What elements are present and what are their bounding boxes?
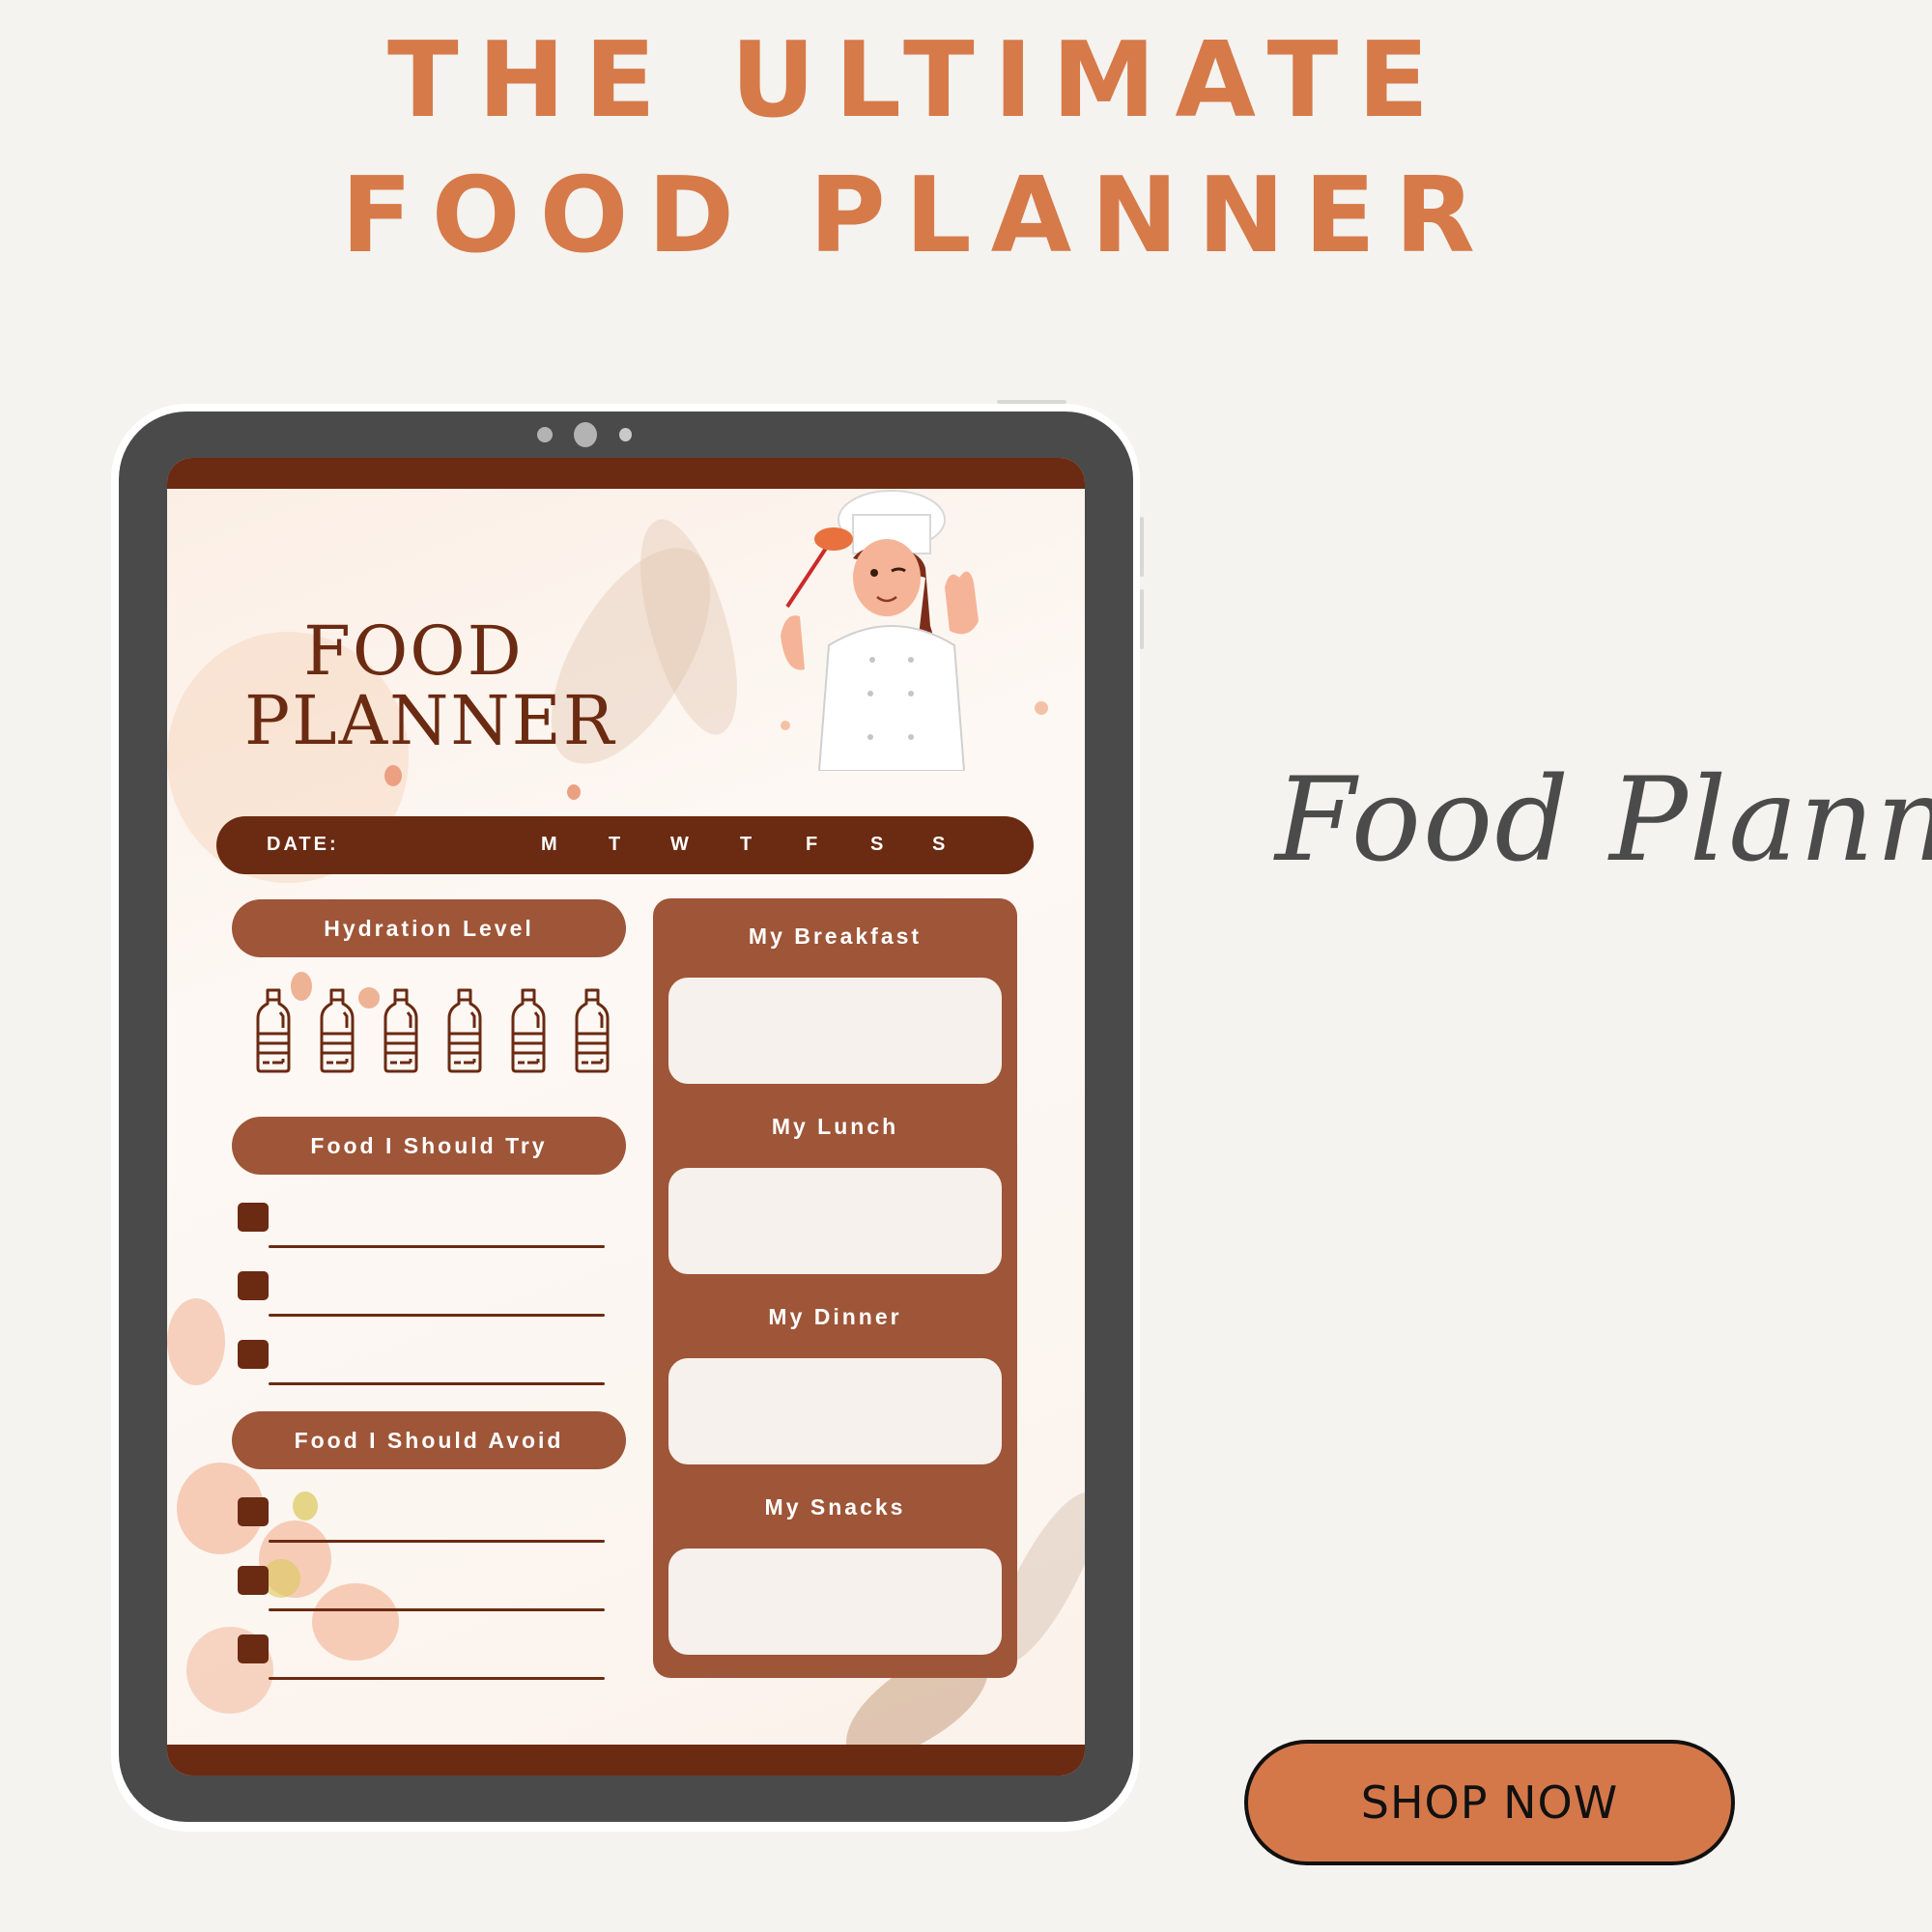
water-bottle-icon[interactable] <box>509 987 548 1074</box>
camera-dot-left <box>537 427 553 442</box>
watercolor-dot <box>781 721 790 730</box>
hydration-level-header: Hydration Level <box>232 899 626 957</box>
tablet-volume-down-button <box>1140 589 1144 649</box>
avoid-checkbox-3[interactable] <box>238 1634 269 1663</box>
avoid-checkbox-2[interactable] <box>238 1566 269 1595</box>
watercolor-dot <box>358 987 380 1009</box>
watercolor-dot <box>291 972 312 1001</box>
avoid-line-2[interactable] <box>269 1608 605 1611</box>
water-bottle-icon[interactable] <box>318 987 356 1074</box>
watercolor-flower <box>312 1583 399 1661</box>
day-tuesday[interactable]: T <box>609 834 623 856</box>
try-checkbox-2[interactable] <box>238 1271 269 1300</box>
water-bottle-icon[interactable] <box>254 987 293 1074</box>
try-line-2[interactable] <box>269 1314 605 1317</box>
shop-now-button[interactable]: SHOP NOW <box>1244 1740 1735 1865</box>
headline-line-2: FOOD PLANNER <box>341 156 1494 276</box>
try-line-3[interactable] <box>269 1382 605 1385</box>
dinner-label: My Dinner <box>768 1304 902 1329</box>
camera-dot-right <box>619 428 632 441</box>
lunch-label: My Lunch <box>771 1114 899 1139</box>
try-line-1[interactable] <box>269 1245 605 1248</box>
date-bar: DATE: M T W T F S S <box>216 816 1034 874</box>
day-friday[interactable]: F <box>806 834 820 856</box>
planner-title-line-1: FOOD <box>303 611 524 691</box>
watercolor-dot <box>1035 701 1048 715</box>
watercolor-flower <box>167 1298 225 1385</box>
meals-panel: My Breakfast My Lunch My Dinner My Snack… <box>653 898 1017 1678</box>
date-label: DATE: <box>267 834 339 855</box>
day-saturday[interactable]: S <box>870 834 886 856</box>
try-checkbox-3[interactable] <box>238 1340 269 1369</box>
water-bottle-icon[interactable] <box>573 987 611 1074</box>
day-monday[interactable]: M <box>541 834 560 856</box>
watercolor-dot <box>567 784 581 800</box>
watercolor-dot <box>384 765 402 786</box>
tablet-volume-up-button <box>1140 517 1144 577</box>
camera-lens <box>574 422 597 447</box>
food-to-try-header: Food I Should Try <box>232 1117 626 1175</box>
avoid-checkbox-1[interactable] <box>238 1497 269 1526</box>
day-thursday[interactable]: T <box>740 834 754 856</box>
headline-line-1: THE ULTIMATE <box>386 20 1449 141</box>
avoid-line-3[interactable] <box>269 1677 605 1680</box>
bottom-band <box>167 1745 1085 1776</box>
breakfast-box[interactable] <box>668 978 1002 1084</box>
dinner-box[interactable] <box>668 1358 1002 1464</box>
lunch-box[interactable] <box>668 1168 1002 1274</box>
snacks-label: My Snacks <box>764 1494 906 1520</box>
script-title: Food Planner <box>1275 715 1932 927</box>
chef-illustration <box>781 490 979 771</box>
breakfast-label: My Breakfast <box>748 923 923 949</box>
try-checkbox-1[interactable] <box>238 1203 269 1232</box>
avoid-line-1[interactable] <box>269 1540 605 1543</box>
tablet-top-button <box>997 400 1066 404</box>
water-bottle-icon[interactable] <box>445 987 484 1074</box>
water-bottle-icon[interactable] <box>382 987 420 1074</box>
planner-title-line-2: PLANNER <box>244 681 616 760</box>
day-wednesday[interactable]: W <box>670 834 692 856</box>
snacks-box[interactable] <box>668 1548 1002 1655</box>
script-title-text: Food Planner <box>1275 753 1932 888</box>
planner-screen: FOOD PLANNER DATE: M T W T F S S Hydrati… <box>167 458 1085 1776</box>
food-to-avoid-header: Food I Should Avoid <box>232 1411 626 1469</box>
gold-fleck <box>293 1492 318 1520</box>
day-sunday[interactable]: S <box>932 834 948 856</box>
